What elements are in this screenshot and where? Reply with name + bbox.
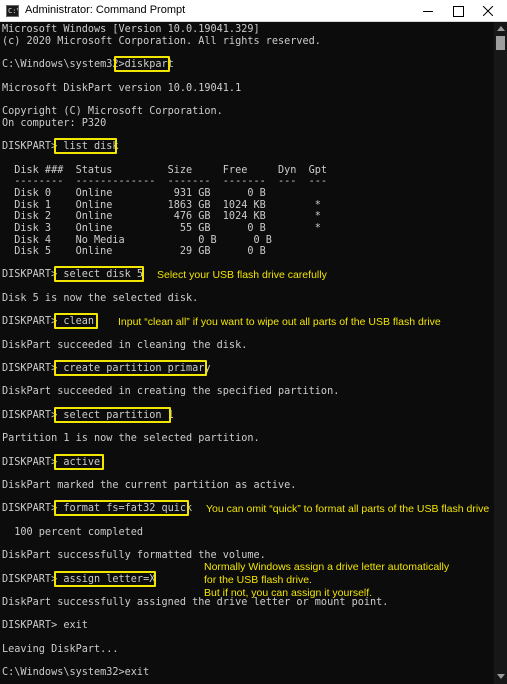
highlight-create-partition bbox=[54, 360, 207, 376]
command-prompt-icon: C:\ bbox=[6, 5, 19, 17]
console-line: DiskPart succeeded in cleaning the disk. bbox=[2, 340, 248, 351]
annotation-clean: Input “clean all” if you want to wipe ou… bbox=[118, 316, 441, 328]
console-line: Partition 1 is now the selected partitio… bbox=[2, 433, 260, 444]
disk-table-row: Disk 0 Online 931 GB 0 B bbox=[2, 188, 266, 199]
console-output[interactable]: Microsoft Windows [Version 10.0.19041.32… bbox=[0, 22, 494, 684]
highlight-list-disk bbox=[54, 138, 117, 154]
highlight-clean bbox=[54, 313, 98, 329]
highlight-active bbox=[54, 454, 104, 470]
scroll-up-arrow-icon[interactable] bbox=[497, 26, 505, 31]
console-line: Copyright (C) Microsoft Corporation. bbox=[2, 106, 223, 117]
disk-table-separator: -------- ------------- ------- ------- -… bbox=[2, 176, 328, 187]
console-line: On computer: P320 bbox=[2, 118, 107, 129]
console-line: Leaving DiskPart... bbox=[2, 644, 119, 655]
disk-table-row: Disk 2 Online 476 GB 1024 KB * bbox=[2, 211, 321, 222]
highlight-diskpart bbox=[114, 56, 170, 72]
highlight-assign-letter bbox=[54, 571, 156, 587]
annotation-assign-line-3: But if not, you can assign it yourself. bbox=[204, 587, 373, 599]
title-bar[interactable]: C:\ Administrator: Command Prompt bbox=[0, 0, 507, 22]
annotation-select-disk: Select your USB flash drive carefully bbox=[157, 269, 327, 281]
console-line: DiskPart marked the current partition as… bbox=[2, 480, 297, 491]
annotation-assign-line-1: Normally Windows assign a drive letter a… bbox=[204, 561, 450, 573]
console-line: Disk 5 is now the selected disk. bbox=[2, 293, 199, 304]
window-title: Administrator: Command Prompt bbox=[25, 4, 186, 16]
highlight-select-disk bbox=[54, 266, 144, 282]
vertical-scrollbar[interactable] bbox=[494, 22, 507, 684]
console-line: Microsoft Windows [Version 10.0.19041.32… bbox=[2, 24, 260, 35]
highlight-format bbox=[54, 500, 189, 516]
disk-table-row: Disk 3 Online 55 GB 0 B * bbox=[2, 223, 321, 234]
console-line: C:\Windows\system32>exit bbox=[2, 667, 150, 678]
annotation-format: You can omit “quick” to format all parts… bbox=[206, 503, 490, 515]
minimize-icon[interactable] bbox=[413, 0, 443, 22]
console-line: DiskPart succeeded in creating the speci… bbox=[2, 386, 340, 397]
disk-table-row: Disk 5 Online 29 GB 0 B bbox=[2, 246, 266, 257]
highlight-select-partition bbox=[54, 407, 171, 423]
maximize-icon[interactable] bbox=[443, 0, 473, 22]
scroll-thumb[interactable] bbox=[496, 36, 505, 50]
console-line: (c) 2020 Microsoft Corporation. All righ… bbox=[2, 36, 321, 47]
close-icon[interactable] bbox=[473, 0, 503, 22]
console-line: 100 percent completed bbox=[2, 527, 144, 538]
annotation-assign-line-2: for the USB flash drive. bbox=[204, 574, 312, 586]
console-line: DISKPART> exit bbox=[2, 620, 88, 631]
console-line: Microsoft DiskPart version 10.0.19041.1 bbox=[2, 83, 242, 94]
scroll-down-arrow-icon[interactable] bbox=[497, 674, 505, 679]
